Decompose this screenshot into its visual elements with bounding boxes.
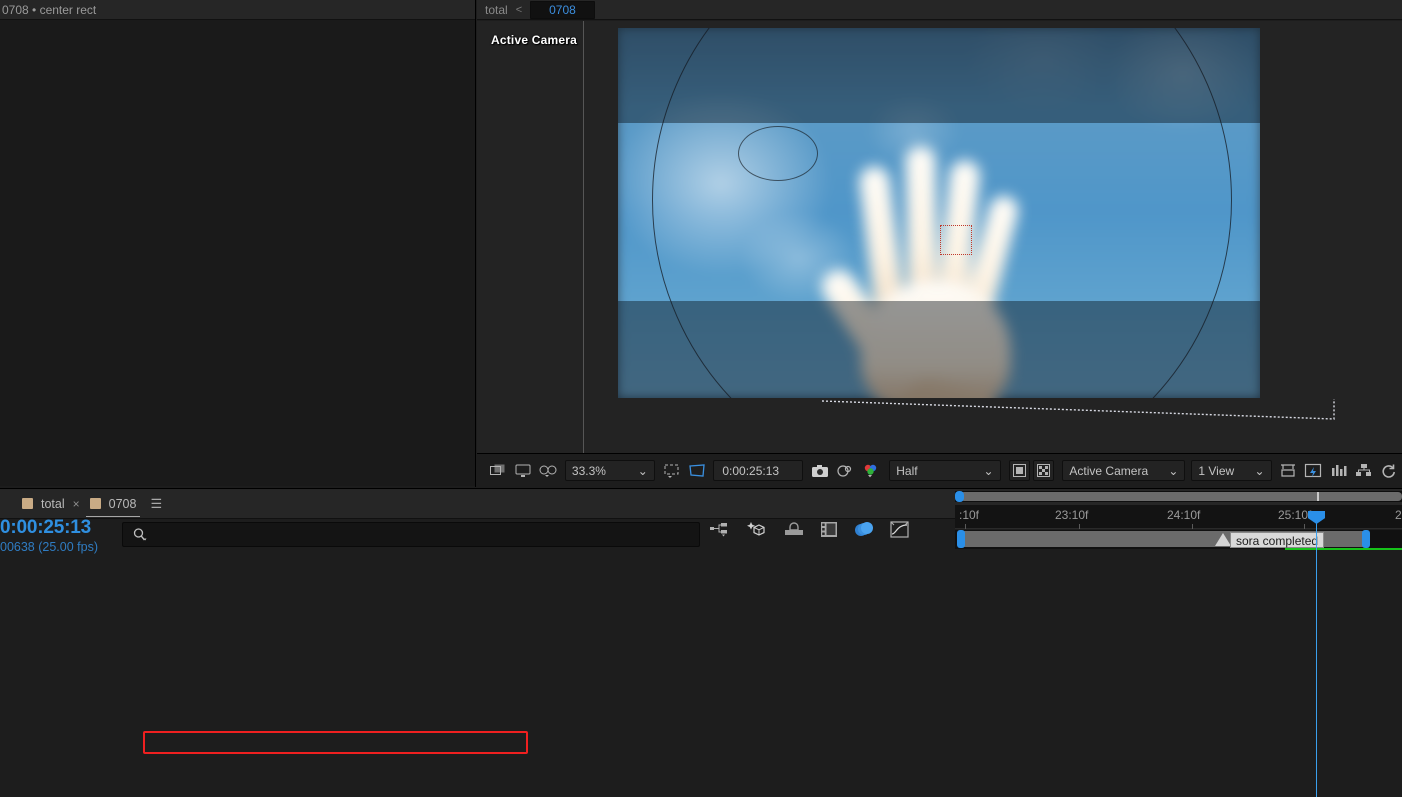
breadcrumb-active-comp[interactable]: 0708 xyxy=(530,0,595,19)
work-area-bar[interactable]: sora completed xyxy=(955,530,1402,549)
scrollbar-thumb[interactable] xyxy=(960,492,1402,501)
view-layout-select[interactable]: 1 View ⌄ xyxy=(1191,460,1272,481)
left-panel-tabbar[interactable]: 0708 • center rect xyxy=(0,0,475,20)
region-of-interest-icon[interactable] xyxy=(684,459,709,483)
timeline-tab-total-label: total xyxy=(41,496,65,511)
zoom-level-select[interactable]: 33.3% ⌄ xyxy=(564,460,655,481)
pixel-aspect-correction-icon[interactable] xyxy=(1276,459,1301,483)
viewer-divider xyxy=(583,21,584,453)
ruler-tick-label: 23:10f xyxy=(1055,508,1089,522)
breadcrumb-parent[interactable]: total xyxy=(485,3,508,17)
close-icon[interactable]: × xyxy=(73,497,80,511)
camera-view-value: Active Camera xyxy=(1069,463,1149,478)
timeline-zoom-scrollbar[interactable] xyxy=(955,491,1402,502)
ruler-tick-label: :10f xyxy=(959,508,980,522)
render-cache-indicator xyxy=(1285,548,1402,550)
scrollbar-left-handle[interactable] xyxy=(955,491,964,502)
comp-flowchart-icon[interactable] xyxy=(1351,459,1376,483)
comp-swatch-icon xyxy=(89,498,101,509)
timeline-icon[interactable] xyxy=(1326,459,1351,483)
highlight-annotation xyxy=(143,731,528,754)
comp-marker[interactable]: sora completed xyxy=(1215,531,1325,548)
mask-small-ellipse-outline xyxy=(738,126,818,181)
ruler-tick-label: 2 xyxy=(1395,508,1402,522)
playhead-handle[interactable] xyxy=(1308,511,1325,531)
comp-breadcrumb: total < 0708 xyxy=(477,0,1402,20)
show-channel-rgb-icon[interactable] xyxy=(858,459,883,483)
work-area-start-handle[interactable] xyxy=(957,530,965,548)
frame-blending-icon[interactable] xyxy=(820,521,838,538)
graph-editor-icon[interactable] xyxy=(890,521,909,538)
view-layout-value: 1 View xyxy=(1198,463,1235,478)
left-panel: 0708 • center rect xyxy=(0,0,476,487)
timeline-tab-0708[interactable]: 0708 xyxy=(82,489,145,519)
timeline-panel: total × 0708 ☰ 0:00:25:13 00638 (25.00 f… xyxy=(0,488,1402,797)
timeline-tab-total[interactable]: total xyxy=(14,489,73,519)
motion-blur-icon[interactable] xyxy=(854,521,874,538)
mask-circle-outline xyxy=(652,28,1232,398)
playhead-head-icon xyxy=(1308,511,1325,524)
chevron-down-icon: ⌄ xyxy=(637,463,648,478)
camera-snapshot-icon[interactable] xyxy=(807,459,832,483)
camera-view-select[interactable]: Active Camera ⌄ xyxy=(1062,460,1186,481)
time-ruler[interactable]: :10f 23:10f 24:10f 25:10f 2 xyxy=(955,505,1402,529)
draft-3d-icon[interactable] xyxy=(746,521,768,538)
comp-rendered-frame xyxy=(618,28,1260,398)
comp-viewer-stage[interactable]: Active Camera xyxy=(477,21,1402,453)
scrollbar-playhead-tick xyxy=(1317,492,1319,501)
resolution-value: Half xyxy=(896,463,918,478)
ruler-tick xyxy=(1304,524,1305,529)
viewer-timecode-value: 0:00:25:13 xyxy=(722,463,780,478)
show-channel-icon[interactable] xyxy=(510,459,535,483)
chevron-down-icon: ⌄ xyxy=(983,463,994,478)
fast-previews-icon[interactable] xyxy=(1301,459,1326,483)
work-area-end-handle[interactable] xyxy=(1362,530,1370,548)
left-panel-tab-label: 0708 • center rect xyxy=(2,2,97,17)
current-time-display[interactable]: 0:00:25:13 xyxy=(0,517,91,539)
timeline-tool-icons xyxy=(710,521,909,538)
active-camera-label: Active Camera xyxy=(491,33,577,47)
ruler-tick xyxy=(1079,524,1080,529)
transparency-grid-icon[interactable] xyxy=(1032,460,1055,481)
ruler-tick-label: 24:10f xyxy=(1167,508,1201,522)
selection-rectangle[interactable] xyxy=(940,225,972,255)
3d-glasses-icon[interactable] xyxy=(536,459,561,483)
after-effects-window: 0708 • center rect total < 0708 Active C… xyxy=(0,0,1402,797)
left-panel-body xyxy=(0,20,475,486)
mask-path-outline-icon xyxy=(822,399,1335,420)
reset-exposure-icon[interactable] xyxy=(1377,459,1402,483)
frame-rate-info: 00638 (25.00 fps) xyxy=(0,540,98,554)
marker-triangle-icon xyxy=(1215,533,1231,546)
search-input[interactable] xyxy=(122,522,700,547)
ruler-tick xyxy=(1192,524,1193,529)
breadcrumb-chevron-icon: < xyxy=(515,3,523,16)
chevron-down-icon: ⌄ xyxy=(1168,463,1179,478)
show-snapshot-icon[interactable] xyxy=(833,459,858,483)
panel-menu-icon[interactable]: ☰ xyxy=(150,496,162,512)
search-icon xyxy=(133,527,147,540)
comp-viewer-toolbar: 33.3% ⌄ 0:00:25:13 Half ⌄ Active Camera … xyxy=(477,453,1402,487)
resolution-select[interactable]: Half ⌄ xyxy=(889,460,1001,481)
timeline-tab-0708-label: 0708 xyxy=(108,496,137,511)
playhead-line xyxy=(1316,511,1317,797)
always-preview-icon[interactable] xyxy=(485,459,510,483)
ruler-tick-label: 25:10f xyxy=(1278,508,1312,522)
zoom-level-value: 33.3% xyxy=(571,463,606,478)
composition-mini-flowchart-icon[interactable] xyxy=(710,522,730,538)
choose-grid-guide-icon[interactable] xyxy=(659,459,684,483)
ruler-tick xyxy=(965,524,966,529)
toggle-mask-overlay-icon[interactable] xyxy=(1008,460,1030,481)
viewer-timecode[interactable]: 0:00:25:13 xyxy=(713,460,804,481)
hide-shy-layers-icon[interactable] xyxy=(784,521,804,538)
comp-swatch-icon xyxy=(22,498,33,509)
chevron-down-icon: ⌄ xyxy=(1254,463,1265,478)
marker-label: sora completed xyxy=(1230,531,1325,548)
composition-panel: total < 0708 Active Camera 33.3% ⌄ 0:00:… xyxy=(477,0,1402,487)
